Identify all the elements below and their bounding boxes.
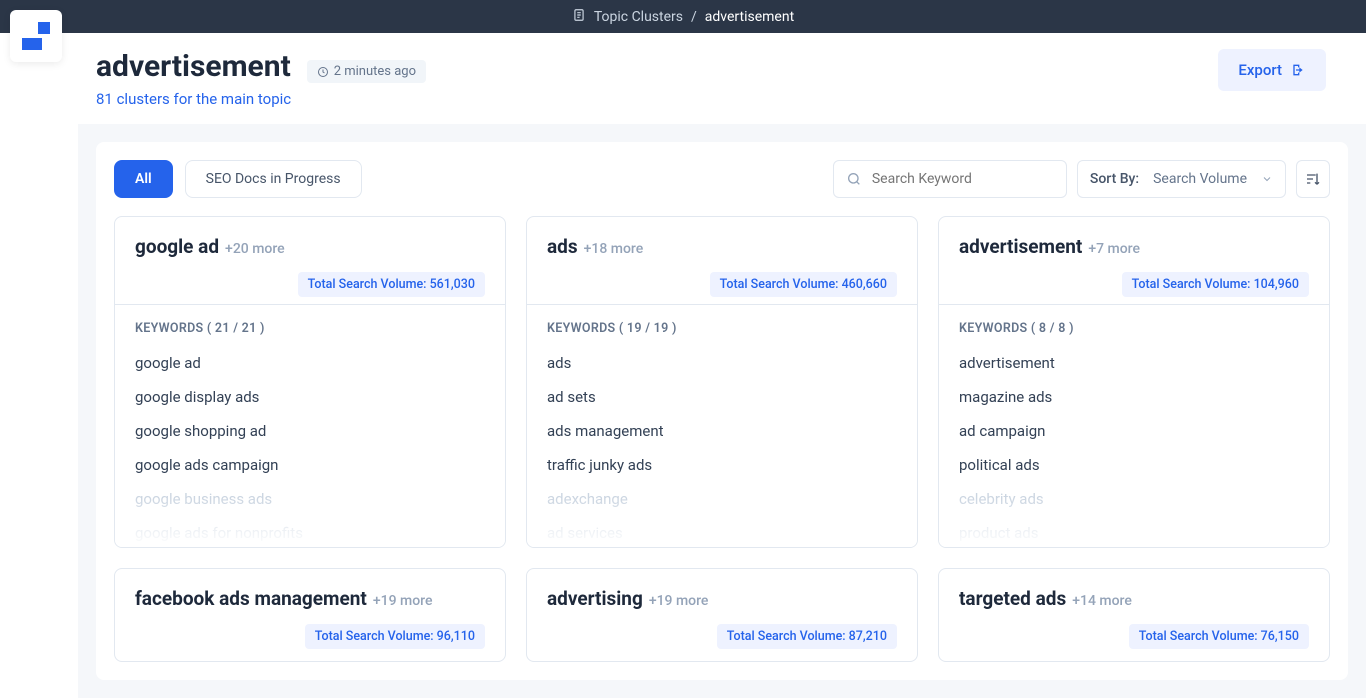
tab-seo-progress[interactable]: SEO Docs in Progress [185, 160, 362, 198]
breadcrumb-sep: / [691, 9, 697, 25]
timestamp-badge: 2 minutes ago [307, 60, 426, 83]
export-label: Export [1238, 61, 1282, 79]
cluster-card[interactable]: advertisement +7 more Total Search Volume:… [938, 216, 1330, 548]
cluster-title: advertising [547, 587, 643, 610]
keyword-item[interactable]: ads management [527, 414, 917, 448]
cluster-title: google ad [135, 235, 219, 258]
breadcrumb-parent[interactable]: Topic Clusters [594, 9, 683, 25]
cluster-card[interactable]: targeted ads +14 more Total Search Volume:… [938, 568, 1330, 662]
timestamp-text: 2 minutes ago [334, 64, 416, 79]
page-title: advertisement [96, 49, 291, 84]
export-icon [1290, 62, 1306, 78]
keywords-label: KEYWORDS ( 8 / 8 ) [939, 305, 1329, 346]
cluster-more-count: +19 more [649, 593, 709, 609]
fade-overlay [115, 497, 505, 547]
export-button[interactable]: Export [1218, 49, 1326, 91]
page-subtitle: 81 clusters for the main topic [96, 90, 426, 108]
keyword-item[interactable]: google ad [115, 346, 505, 380]
breadcrumb: Topic Clusters / advertisement [0, 0, 1366, 33]
sort-icon [1305, 171, 1321, 187]
keyword-item[interactable]: google ads campaign [115, 448, 505, 482]
volume-badge: Total Search Volume: 104,960 [1122, 272, 1309, 297]
sort-label: Sort By: [1090, 171, 1139, 187]
keyword-item[interactable]: google display ads [115, 380, 505, 414]
toolbar: All SEO Docs in Progress Sort By: Search… [114, 160, 1330, 198]
fade-overlay [939, 497, 1329, 547]
sort-value: Search Volume [1153, 171, 1247, 187]
tabs: All SEO Docs in Progress [114, 160, 362, 198]
keyword-item[interactable]: google shopping ad [115, 414, 505, 448]
fade-overlay [527, 497, 917, 547]
keywords-label: KEYWORDS ( 19 / 19 ) [527, 305, 917, 346]
cluster-more-count: +20 more [225, 241, 285, 257]
cluster-more-count: +7 more [1088, 241, 1140, 257]
volume-badge: Total Search Volume: 87,210 [717, 624, 897, 649]
search-input[interactable] [872, 171, 1054, 187]
search-icon [846, 171, 862, 187]
cluster-title: advertisement [959, 235, 1082, 258]
cluster-title: facebook ads management [135, 587, 367, 610]
sort-direction-button[interactable] [1296, 160, 1330, 198]
tab-all[interactable]: All [114, 160, 173, 198]
volume-badge: Total Search Volume: 561,030 [298, 272, 485, 297]
keyword-item[interactable]: traffic junky ads [527, 448, 917, 482]
cluster-more-count: +19 more [373, 593, 433, 609]
logo-icon [22, 22, 50, 50]
app-logo[interactable] [10, 10, 62, 62]
cluster-card[interactable]: google ad +20 more Total Search Volume: 56… [114, 216, 506, 548]
keywords-label: KEYWORDS ( 21 / 21 ) [115, 305, 505, 346]
cluster-more-count: +14 more [1072, 593, 1132, 609]
sort-select[interactable]: Sort By: Search Volume [1077, 160, 1286, 198]
controls: Sort By: Search Volume [833, 160, 1330, 198]
volume-badge: Total Search Volume: 460,660 [710, 272, 897, 297]
cluster-title: ads [547, 235, 578, 258]
volume-badge: Total Search Volume: 96,110 [305, 624, 485, 649]
search-box[interactable] [833, 160, 1067, 198]
clock-icon [317, 66, 329, 78]
cluster-title: targeted ads [959, 587, 1066, 610]
cluster-card[interactable]: ads +18 more Total Search Volume: 460,660 K… [526, 216, 918, 548]
document-icon [572, 8, 586, 26]
cluster-card[interactable]: advertising +19 more Total Search Volume: … [526, 568, 918, 662]
keyword-item[interactable]: advertisement [939, 346, 1329, 380]
keyword-item[interactable]: ad campaign [939, 414, 1329, 448]
chevron-down-icon [1261, 173, 1273, 185]
keyword-item[interactable]: magazine ads [939, 380, 1329, 414]
volume-badge: Total Search Volume: 76,150 [1129, 624, 1309, 649]
cluster-grid: google ad +20 more Total Search Volume: 56… [114, 216, 1330, 662]
keyword-item[interactable]: ads [527, 346, 917, 380]
cluster-more-count: +18 more [584, 241, 644, 257]
main-panel: All SEO Docs in Progress Sort By: Search… [96, 142, 1348, 680]
cluster-card[interactable]: facebook ads management +19 more Total Sea… [114, 568, 506, 662]
breadcrumb-current: advertisement [705, 9, 794, 25]
content-area: All SEO Docs in Progress Sort By: Search… [78, 124, 1366, 698]
keyword-item[interactable]: political ads [939, 448, 1329, 482]
page-header: advertisement 2 minutes ago 81 clusters … [0, 33, 1366, 124]
keyword-item[interactable]: ad sets [527, 380, 917, 414]
